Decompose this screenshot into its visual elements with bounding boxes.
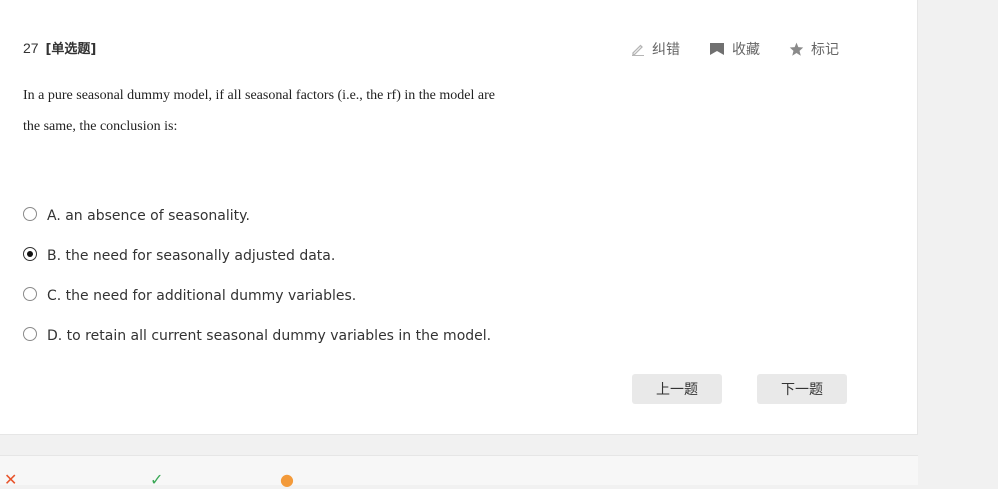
- question-stem-line: the same, the conclusion is:: [23, 119, 178, 134]
- dot-icon: ●: [280, 470, 294, 489]
- option-b-radio[interactable]: [23, 246, 37, 261]
- question-stem: In a pure seasonal dummy model, if all s…: [23, 80, 503, 142]
- question-actions: 纠错 收藏 标记: [631, 39, 839, 59]
- option-d[interactable]: D. to retain all current seasonal dummy …: [23, 316, 491, 356]
- wrong-icon: ✕: [4, 470, 18, 489]
- star-icon: [789, 42, 804, 56]
- answer-options: A. an absence of seasonality. B. the nee…: [23, 196, 491, 356]
- favorite-button[interactable]: 收藏: [709, 39, 760, 59]
- stat-other: ●: [280, 470, 308, 489]
- option-d-text[interactable]: D. to retain all current seasonal dummy …: [47, 328, 491, 344]
- option-d-radio[interactable]: [23, 326, 37, 341]
- option-a-text[interactable]: A. an absence of seasonality.: [47, 208, 250, 224]
- question-card: 27 [单选题] 纠错 收藏 标记 In a pure seasonal dum…: [0, 0, 918, 435]
- option-b-text[interactable]: B. the need for seasonally adjusted data…: [47, 248, 335, 264]
- option-a-radio[interactable]: [23, 206, 37, 221]
- question-number: 27: [23, 40, 39, 56]
- option-a[interactable]: A. an absence of seasonality.: [23, 196, 491, 236]
- stat-correct: ✓: [150, 470, 177, 489]
- option-c-radio[interactable]: [23, 286, 37, 301]
- option-c[interactable]: C. the need for additional dummy variabl…: [23, 276, 491, 316]
- question-header: 27 [单选题]: [23, 38, 96, 57]
- check-icon: ✓: [150, 470, 164, 489]
- bookmark-icon: [709, 42, 725, 56]
- pencil-icon: [631, 42, 645, 56]
- next-question-button[interactable]: 下一题: [757, 374, 847, 404]
- option-b[interactable]: B. the need for seasonally adjusted data…: [23, 236, 491, 276]
- stats-bar: ✕ ✓ ●: [0, 455, 918, 489]
- report-error-label: 纠错: [652, 42, 680, 58]
- stat-wrong: ✕: [4, 470, 31, 489]
- previous-question-button[interactable]: 上一题: [632, 374, 722, 404]
- option-c-text[interactable]: C. the need for additional dummy variabl…: [47, 288, 356, 304]
- question-type: [单选题]: [45, 42, 97, 57]
- mark-button[interactable]: 标记: [789, 39, 839, 59]
- report-error-button[interactable]: 纠错: [631, 39, 680, 59]
- mark-label: 标记: [811, 42, 839, 58]
- question-stem-line: In a pure seasonal dummy model, if all s…: [23, 88, 495, 103]
- favorite-label: 收藏: [732, 42, 760, 58]
